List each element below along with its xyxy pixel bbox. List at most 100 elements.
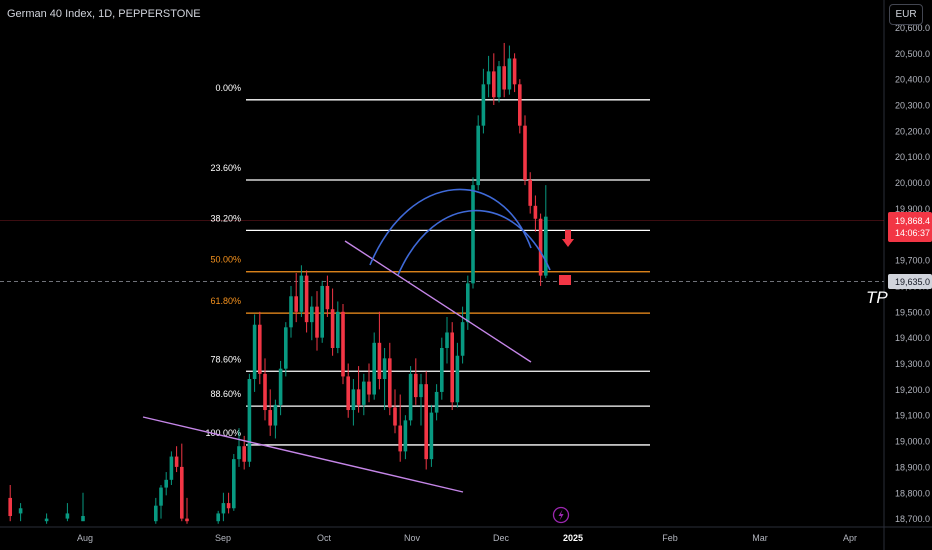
candle-body [180, 466, 184, 519]
candle-body [356, 389, 361, 405]
candle-body [429, 412, 434, 460]
candle [497, 61, 501, 103]
candle-body [440, 347, 444, 392]
price-tick-label: 20,200.0 [895, 126, 930, 136]
crosshair-label-value: 19,635.0 [895, 277, 930, 287]
price-tick-label: 20,400.0 [895, 75, 930, 85]
candle-body [538, 218, 543, 276]
price-tick-label: 18,700.0 [895, 514, 930, 524]
candle-body [310, 306, 314, 323]
chart-canvas[interactable]: 0.00% 23.60% 38.20% 50.00% 61.80% 78.60% 88.60… [0, 0, 932, 550]
price-tick-label: 20,100.0 [895, 152, 930, 162]
candle-body [372, 342, 376, 395]
candle-body [237, 446, 241, 460]
candle-body [268, 410, 272, 426]
candle-body [154, 505, 158, 522]
candle-body [169, 456, 174, 480]
price-tick-label: 19,700.0 [895, 256, 930, 266]
candle [476, 115, 480, 191]
candle-body [159, 487, 163, 506]
candle-body [544, 216, 548, 276]
candle [450, 322, 454, 411]
price-tick-label: 19,200.0 [895, 385, 930, 395]
candle-body [18, 508, 23, 514]
candle-body [185, 518, 189, 522]
candle-body [393, 407, 397, 426]
candle-body [226, 503, 231, 509]
candle-body [221, 503, 226, 514]
price-tick-label: 18,800.0 [895, 488, 930, 498]
candle-body [419, 384, 423, 398]
candle-body [81, 516, 85, 522]
candle-body [320, 285, 324, 338]
candle-body [346, 376, 350, 411]
fib-level-label: 88.60% [210, 389, 241, 399]
price-tick-label: 20,500.0 [895, 49, 930, 59]
candle-body [434, 391, 439, 413]
fib-level-label: 50.00% [210, 255, 241, 265]
time-tick-label: Oct [317, 533, 332, 543]
candle-body [445, 332, 449, 348]
candle-body [278, 368, 283, 405]
time-tick-label: Sep [215, 533, 231, 543]
candle-body [414, 373, 418, 398]
currency-button[interactable]: EUR [889, 4, 923, 25]
candle-body [502, 66, 506, 90]
candle-body [408, 373, 413, 421]
candle-body [388, 358, 392, 408]
tp-annotation[interactable]: TP [866, 288, 888, 307]
time-tick-label: Feb [662, 533, 678, 543]
time-tick-label: Aug [77, 533, 93, 543]
candle-body [492, 71, 496, 98]
candle-body [242, 446, 246, 462]
candle [518, 79, 522, 134]
stop-marker-box[interactable] [559, 275, 571, 285]
candle-body [466, 283, 470, 323]
fib-level-label: 78.60% [210, 354, 241, 364]
symbol-title[interactable]: German 40 Index, 1D, PEPPERSTONE [7, 8, 201, 20]
price-tick-label: 19,100.0 [895, 411, 930, 421]
candle-body [512, 58, 517, 85]
price-tick-label: 19,400.0 [895, 333, 930, 343]
candle-body [289, 296, 293, 328]
candle [247, 373, 252, 467]
fib-level-label: 0.00% [215, 83, 241, 93]
candle-body [455, 355, 460, 403]
candle-body [336, 311, 340, 348]
candle-body [294, 296, 298, 312]
candle-body [330, 309, 335, 348]
candle-body [44, 518, 49, 522]
time-tick-label: Mar [752, 533, 768, 543]
candle [284, 322, 288, 377]
candle-body [481, 84, 486, 126]
candle [424, 371, 428, 470]
candle-body [362, 381, 366, 405]
last-price-badge[interactable]: 19,868.4 14:06:37 [888, 212, 932, 242]
candle-body [518, 84, 522, 126]
candle [232, 453, 236, 511]
candle-body [258, 324, 262, 374]
candle-body [263, 373, 267, 411]
candle-body [424, 384, 428, 460]
time-tick-label: 2025 [563, 533, 583, 543]
candle [341, 304, 345, 385]
candle-body [216, 513, 220, 522]
price-badge-timer: 14:06:37 [895, 228, 930, 238]
price-tick-label: 19,500.0 [895, 307, 930, 317]
price-badge-value: 19,868.4 [895, 216, 930, 226]
candle-body [476, 125, 480, 186]
candle [471, 177, 475, 289]
candle-body [164, 479, 168, 488]
candle-body [341, 311, 345, 377]
fib-level-label: 38.20% [210, 213, 241, 223]
candle-body [377, 342, 382, 380]
candle-body [507, 58, 512, 90]
candle-body [65, 513, 70, 519]
candle-body [174, 456, 179, 467]
price-tick-label: 19,300.0 [895, 359, 930, 369]
fib-level-label: 23.60% [210, 163, 241, 173]
fib-level-label: 61.80% [210, 296, 241, 306]
candle-body [232, 459, 236, 509]
candle-body [304, 275, 309, 323]
candle [408, 366, 413, 426]
